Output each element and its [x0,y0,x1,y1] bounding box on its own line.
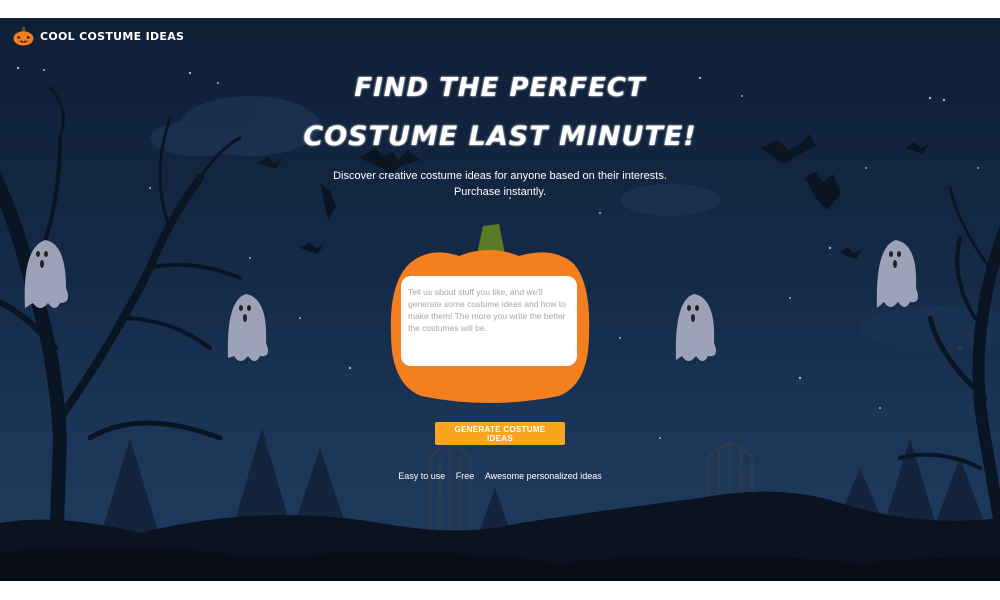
brand-name: COOL COSTUME IDEAS [40,30,185,43]
hero-title-line1: FIND THE PERFECT [354,73,646,103]
interests-input[interactable] [401,276,577,366]
features-list: Easy to use Free Awesome personalized id… [0,471,1000,481]
feature-item: Free [455,471,475,481]
hero-title-line2: COSTUME LAST MINUTE! [303,121,697,152]
hero-scene: COOL COSTUME IDEAS FIND THE PERFECT COST… [0,18,1000,581]
feature-item: Easy to use [398,471,446,481]
generate-costume-ideas-button[interactable]: GENERATE COSTUME IDEAS [435,422,565,445]
feature-item: Awesome personalized ideas [484,471,602,481]
brand-logo[interactable]: COOL COSTUME IDEAS [13,27,184,46]
hero-subtitle: Discover creative costume ideas for anyo… [333,170,667,198]
pumpkin-icon [13,27,34,46]
